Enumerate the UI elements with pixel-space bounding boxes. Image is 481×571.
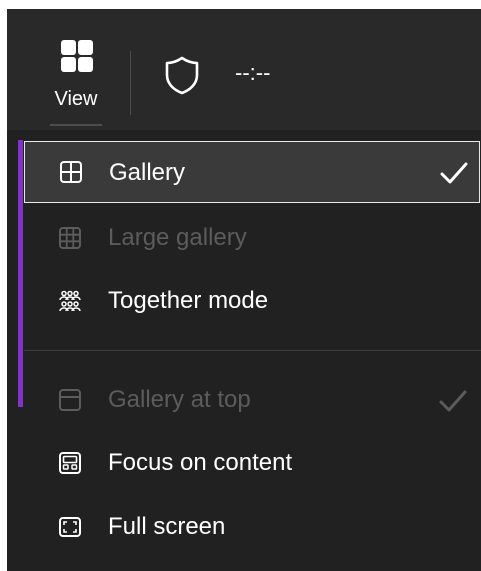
checkmark-icon: [440, 162, 468, 184]
left-margin: [0, 0, 7, 571]
menu-item-label: Large gallery: [108, 224, 247, 251]
view-active-indicator: [50, 124, 102, 126]
shield-button[interactable]: [164, 55, 200, 95]
toolbar-divider: [130, 51, 131, 115]
accent-bar: [18, 140, 23, 407]
view-label: View: [54, 88, 98, 110]
view-grid-icon: [61, 40, 93, 72]
menu-item-gallery-at-top[interactable]: Gallery at top: [24, 370, 480, 432]
full-screen-icon: [59, 517, 81, 537]
menu-item-focus-on-content[interactable]: Focus on content: [24, 433, 480, 495]
gallery-top-icon: [59, 389, 81, 411]
menu-item-full-screen[interactable]: Full screen: [24, 496, 480, 558]
grid-2x2-icon: [60, 161, 82, 183]
menu-item-gallery[interactable]: Gallery: [24, 141, 480, 203]
menu-item-label: Gallery at top: [108, 386, 251, 413]
checkmark-icon: [439, 390, 467, 412]
menu-item-label: Together mode: [108, 287, 269, 314]
menu-item-label: Gallery: [109, 159, 186, 186]
menu-item-label: Full screen: [108, 513, 226, 540]
focus-content-icon: [59, 452, 81, 474]
meeting-toolbar: View --:--: [7, 9, 481, 130]
menu-divider: [24, 350, 481, 351]
teams-meeting-view-menu: View --:-- Gallery Large gallery Togethe…: [0, 0, 481, 571]
menu-item-large-gallery[interactable]: Large gallery: [24, 208, 480, 270]
people-group-icon: [59, 290, 81, 312]
shield-icon: [165, 56, 199, 95]
view-button[interactable]: View: [45, 35, 107, 127]
menu-item-label: Focus on content: [108, 449, 293, 476]
menu-item-together-mode[interactable]: Together mode: [24, 270, 480, 332]
call-timer: --:--: [235, 60, 271, 85]
top-margin: [0, 0, 481, 9]
grid-3x3-icon: [59, 227, 81, 249]
